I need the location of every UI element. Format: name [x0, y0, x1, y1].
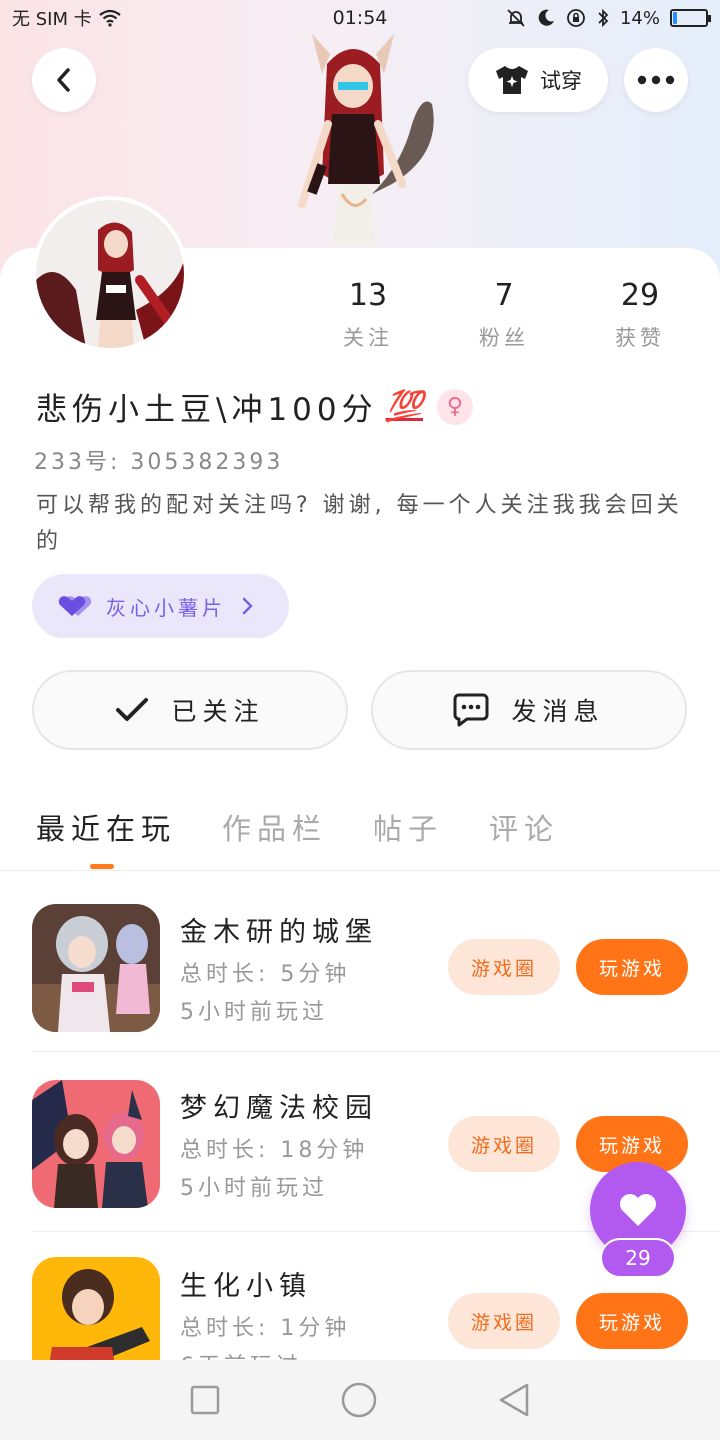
following-label: 已关注	[171, 697, 265, 726]
more-button[interactable]	[624, 48, 688, 112]
heart-icon	[620, 1194, 656, 1226]
play-game-button[interactable]: 玩游戏	[576, 1293, 688, 1349]
stat-likes[interactable]: 29 获赞	[572, 276, 708, 352]
chip-label: 灰心小薯片	[106, 595, 226, 620]
game-last-played: 6天前玩过	[180, 1348, 302, 1360]
game-last-played: 5小时前玩过	[180, 1000, 328, 1025]
battery-tip	[708, 15, 711, 22]
double-heart-icon	[58, 596, 92, 616]
game-duration: 总时长: 18分钟	[180, 1138, 369, 1163]
tab-comments[interactable]: 评论	[489, 806, 559, 848]
chevron-right-icon	[242, 597, 253, 615]
following-button[interactable]: 已关注	[32, 670, 348, 750]
tshirt-sparkle-icon	[496, 66, 528, 94]
game-last-played: 5小时前玩过	[180, 1176, 328, 1201]
game-duration: 总时长: 5分钟	[180, 962, 351, 987]
stat-followers[interactable]: 7 粉丝	[436, 276, 572, 352]
game-circle-button[interactable]: 游戏圈	[448, 1293, 560, 1349]
name-row: 悲伤小土豆\冲100分 💯 ♀	[36, 384, 473, 429]
game-circle-button[interactable]: 游戏圈	[448, 1116, 560, 1172]
back-triangle-icon[interactable]	[497, 1382, 531, 1418]
profile-bio: 可以帮我的配对关注吗? 谢谢, 每一个人关注我我会回关的	[36, 493, 683, 554]
game-duration: 总时长: 1分钟	[180, 1316, 351, 1341]
battery-icon	[670, 9, 711, 27]
try-on-button[interactable]: 试穿	[468, 48, 608, 112]
character-model-image	[298, 34, 434, 246]
chat-bubble-icon	[453, 693, 489, 727]
status-bar: 无 SIM 卡 01:54 14%	[0, 0, 720, 36]
tabs-divider	[0, 870, 720, 871]
try-on-label: 试穿	[540, 69, 582, 93]
back-button[interactable]	[32, 48, 96, 112]
game-title: 金木研的城堡	[180, 917, 378, 948]
stat-label: 关注	[343, 326, 393, 350]
user-id: 233号: 305382393	[34, 450, 284, 475]
stat-following[interactable]: 13 关注	[300, 276, 436, 352]
stat-value: 7	[494, 278, 514, 313]
check-icon	[116, 698, 149, 721]
row-divider	[32, 1051, 720, 1052]
game-title: 生化小镇	[180, 1271, 312, 1302]
more-dots-icon	[637, 75, 675, 85]
stat-label: 获赞	[615, 326, 665, 350]
female-gender-icon: ♀	[436, 388, 473, 425]
profile-stats: 13 关注 7 粉丝 29 获赞	[300, 276, 720, 352]
game-icon-castle	[32, 904, 160, 1032]
home-icon[interactable]	[340, 1381, 378, 1419]
game-icon-magic-school	[32, 1080, 160, 1208]
game-circle-button[interactable]: 游戏圈	[448, 939, 560, 995]
stat-label: 粉丝	[479, 326, 529, 350]
system-nav-bar	[0, 1360, 720, 1440]
pair-chip[interactable]: 灰心小薯片	[32, 574, 289, 638]
like-count-badge: 29	[600, 1238, 676, 1278]
game-title: 梦幻魔法校园	[180, 1093, 378, 1124]
stat-value: 13	[348, 278, 388, 313]
send-message-button[interactable]: 发消息	[371, 670, 687, 750]
list-item[interactable]: 金木研的城堡 总时长: 5分钟 5小时前玩过 游戏圈 玩游戏	[32, 874, 720, 1052]
status-time: 01:54	[332, 7, 388, 29]
avatar[interactable]	[32, 196, 188, 352]
stat-value: 29	[620, 278, 660, 313]
tab-works[interactable]: 作品栏	[222, 806, 327, 848]
active-tab-indicator	[90, 864, 114, 869]
avatar-image	[36, 200, 184, 348]
recent-apps-icon[interactable]	[189, 1384, 221, 1416]
profile-name: 悲伤小土豆\冲100分	[36, 392, 378, 428]
game-icon-bio-town	[32, 1257, 160, 1360]
play-game-button[interactable]: 玩游戏	[576, 939, 688, 995]
hundred-points-emoji: 💯	[385, 389, 423, 424]
battery-fill	[673, 12, 678, 24]
tab-posts[interactable]: 帖子	[373, 806, 443, 848]
chevron-left-icon	[57, 68, 70, 92]
profile-tabs: 最近在玩 作品栏 帖子 评论	[36, 806, 605, 848]
tab-recent-played[interactable]: 最近在玩	[36, 806, 176, 848]
gender-symbol: ♀	[446, 394, 464, 419]
send-message-label: 发消息	[511, 697, 605, 726]
